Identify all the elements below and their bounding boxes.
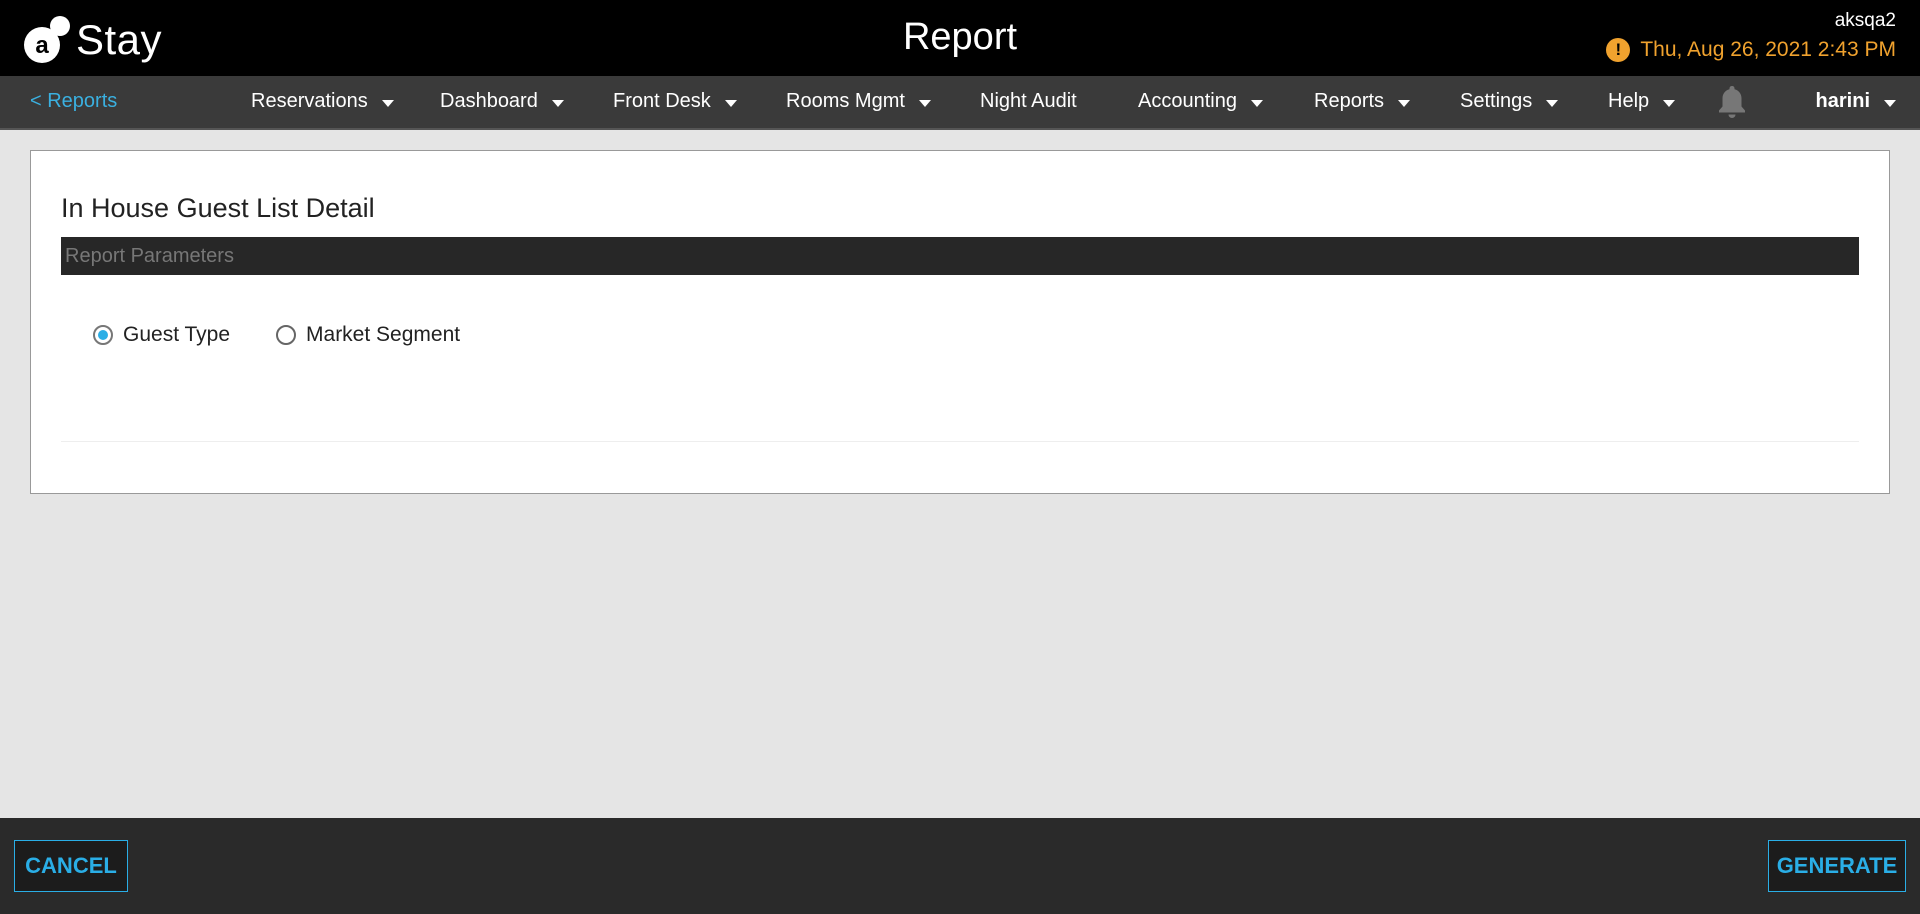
caret-down-icon	[724, 100, 737, 107]
radio-label: Market Segment	[306, 323, 461, 346]
caret-down-icon	[918, 100, 931, 107]
nav-rooms-mgmt[interactable]: Rooms Mgmt	[786, 90, 931, 113]
user-name: harini	[1815, 90, 1870, 112]
cancel-button[interactable]: CANCEL	[14, 840, 128, 892]
nav-help[interactable]: Help	[1608, 90, 1676, 113]
divider	[61, 441, 1859, 442]
nav-label: Help	[1608, 90, 1650, 112]
notification-bell-icon[interactable]	[1716, 84, 1748, 120]
nav-accounting[interactable]: Accounting	[1138, 90, 1263, 113]
radio-market-segment[interactable]: Market Segment	[276, 323, 460, 347]
caret-down-icon	[1663, 100, 1676, 107]
radio-label: Guest Type	[123, 323, 231, 346]
app-header: a Stay Report aksqa2 ! Thu, Aug 26, 2021…	[0, 0, 1920, 76]
radio-button[interactable]	[276, 325, 297, 345]
nav-reports[interactable]: Reports	[1314, 90, 1411, 113]
nav-label: Settings	[1460, 90, 1533, 112]
caret-down-icon	[1250, 100, 1263, 107]
nav-reservations[interactable]: Reservations	[251, 90, 394, 113]
nav-label: Front Desk	[613, 90, 711, 112]
nav-label: Reports	[1314, 90, 1385, 112]
user-menu[interactable]: harini	[1816, 90, 1896, 113]
action-footer: CANCEL GENERATE	[0, 818, 1920, 914]
radio-button-checked[interactable]	[93, 325, 113, 345]
datetime-text: Thu, Aug 26, 2021 2:43 PM	[1640, 38, 1896, 61]
nav-label: Night Audit	[980, 90, 1077, 112]
nav-label: Rooms Mgmt	[786, 90, 905, 112]
generate-button[interactable]: GENERATE	[1768, 840, 1906, 892]
caret-down-icon	[1884, 100, 1896, 107]
account-name: aksqa2	[1834, 10, 1896, 31]
report-card: In House Guest List Detail Report Parame…	[30, 150, 1890, 494]
nav-label: Accounting	[1138, 90, 1237, 112]
report-title: In House Guest List Detail	[61, 193, 375, 223]
session-info: aksqa2 ! Thu, Aug 26, 2021 2:43 PM	[1606, 10, 1896, 62]
report-parameters-header: Report Parameters	[61, 237, 1859, 275]
caret-down-icon	[551, 100, 564, 107]
business-date: ! Thu, Aug 26, 2021 2:43 PM	[1606, 38, 1896, 62]
nav-label: Reservations	[251, 90, 368, 112]
back-to-reports-link[interactable]: < Reports	[30, 90, 117, 113]
main-nav: < Reports Reservations Dashboard Front D…	[0, 76, 1920, 130]
caret-down-icon	[1546, 100, 1559, 107]
caret-down-icon	[1398, 100, 1411, 107]
nav-label: Dashboard	[440, 90, 538, 112]
nav-night-audit[interactable]: Night Audit	[980, 90, 1077, 113]
nav-dashboard[interactable]: Dashboard	[440, 90, 564, 113]
nav-front-desk[interactable]: Front Desk	[613, 90, 737, 113]
warning-icon[interactable]: !	[1606, 38, 1631, 62]
caret-down-icon	[381, 100, 394, 107]
group-by-radio-group: Guest Type Market Segment	[93, 323, 506, 347]
radio-guest-type[interactable]: Guest Type	[93, 323, 230, 347]
nav-settings[interactable]: Settings	[1460, 90, 1559, 113]
